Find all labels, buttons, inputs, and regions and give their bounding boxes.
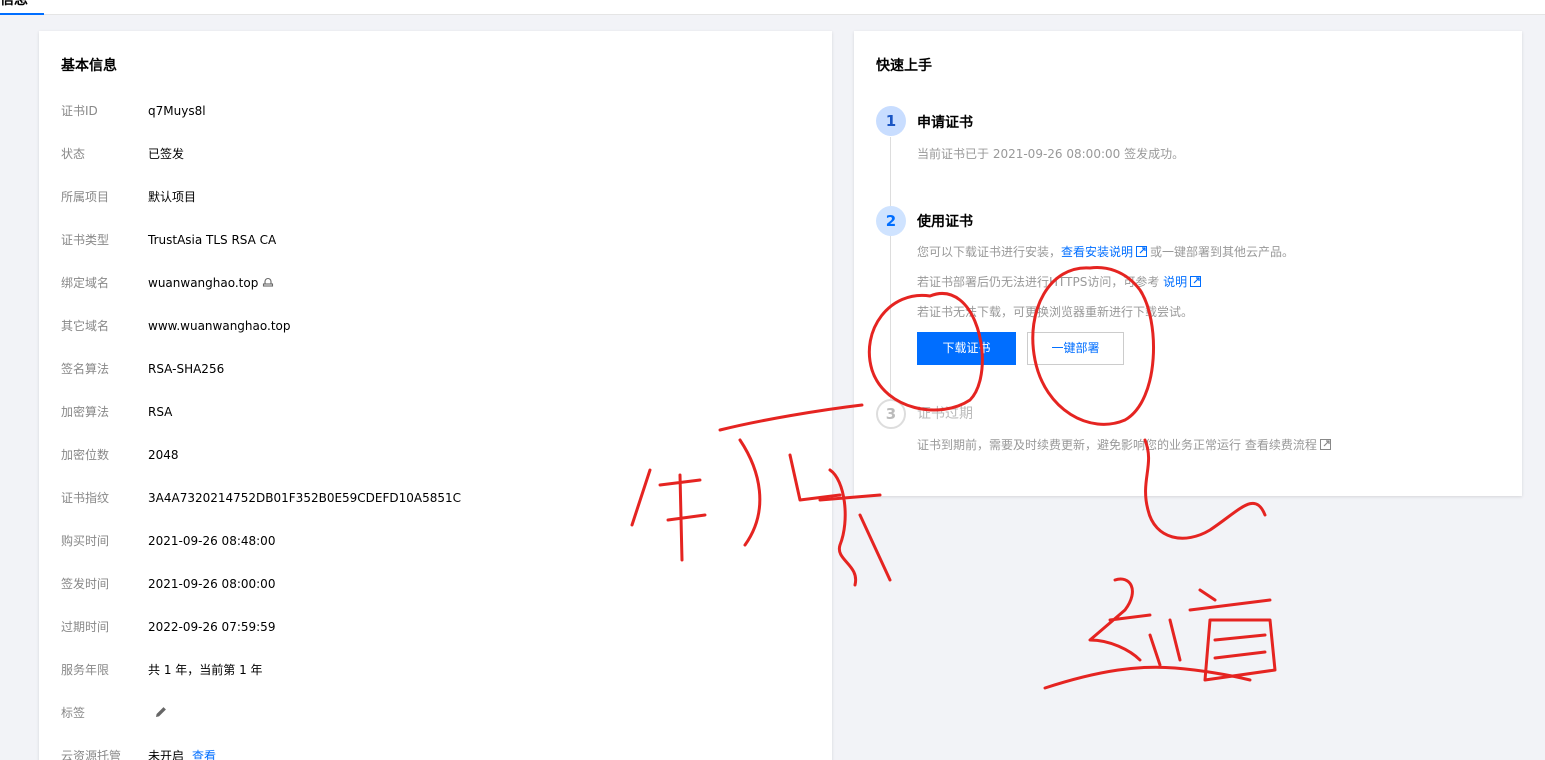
info-label: 服务年限 [61, 663, 110, 677]
info-value: 2048 [148, 448, 179, 462]
tab-active-indicator [0, 13, 44, 15]
info-label: 状态 [61, 147, 86, 161]
info-label: 绑定域名 [61, 276, 110, 290]
external-link-icon[interactable] [1319, 439, 1331, 450]
step-1-number: 1 [876, 106, 906, 136]
desc-text: 若证书部署后仍无法进行HTTPS访问，可参考 [917, 275, 1160, 289]
info-value: TrustAsia TLS RSA CA [148, 233, 277, 247]
info-label: 证书ID [61, 104, 98, 118]
info-label: 签名算法 [61, 362, 110, 376]
step-1-desc: 当前证书已于 2021-09-26 08:00:00 签发成功。 [917, 147, 1185, 161]
info-value: RSA-SHA256 [148, 362, 225, 376]
step-3-title: 证书过期 [917, 406, 973, 422]
info-value: 未开启 查看 [148, 746, 216, 760]
step-3-desc: 证书到期前，需要及时续费更新，避免影响您的业务正常运行 查看续费流程 [917, 436, 1334, 453]
pencil-icon[interactable] [154, 705, 168, 719]
step-2-desc-install: 您可以下载证书进行安装，查看安装说明 或一键部署到其他云产品。 [917, 243, 1294, 260]
step-2-title: 使用证书 [917, 214, 973, 230]
desc-text: 证书到期前，需要及时续费更新，避免影响您的业务正常运行 [917, 438, 1242, 452]
info-value: 默认项目 [148, 190, 197, 204]
quick-start-card: 快速上手 1 申请证书 当前证书已于 2021-09-26 08:00:00 签… [854, 31, 1522, 496]
bound-domain-text: wuanwanghao.top [148, 276, 259, 290]
renew-process-link[interactable]: 查看续费流程 [1245, 438, 1317, 452]
download-cert-button[interactable]: 下载证书 [917, 332, 1016, 365]
info-value [154, 703, 168, 723]
info-value: 2021-09-26 08:48:00 [148, 534, 276, 548]
info-label: 加密算法 [61, 405, 110, 419]
desc-text: 或一键部署到其他云产品。 [1150, 245, 1295, 259]
external-link-icon[interactable] [1136, 246, 1148, 257]
info-label: 过期时间 [61, 620, 110, 634]
info-label: 证书指纹 [61, 491, 110, 505]
info-value: 共 1 年，当前第 1 年 [148, 663, 263, 677]
info-value: 2022-09-26 07:59:59 [148, 620, 276, 634]
cloud-hosting-view-link[interactable]: 查看 [192, 749, 216, 760]
info-value: 2021-09-26 08:00:00 [148, 577, 276, 591]
step-2-number: 2 [876, 206, 906, 236]
step-3-number: 3 [876, 399, 906, 429]
https-help-link[interactable]: 说明 [1163, 275, 1187, 289]
step-2-desc-https: 若证书部署后仍无法进行HTTPS访问，可参考 说明 [917, 273, 1204, 290]
info-label: 其它域名 [61, 319, 110, 333]
info-value: wuanwanghao.top [148, 273, 274, 293]
desc-text: 您可以下载证书进行安装， [917, 245, 1062, 259]
info-label: 标签 [61, 706, 86, 720]
info-label: 购买时间 [61, 534, 110, 548]
info-label: 云资源托管 [61, 749, 122, 760]
top-tab-bar: 信息 [0, 0, 1545, 15]
annotation-char-4 [1088, 577, 1182, 667]
info-label: 加密位数 [61, 448, 110, 462]
step-connector-line [890, 137, 891, 407]
info-label: 所属项目 [61, 190, 110, 204]
external-link-icon[interactable] [1190, 276, 1202, 287]
install-guide-link[interactable]: 查看安装说明 [1061, 245, 1133, 259]
quick-start-title: 快速上手 [876, 58, 932, 74]
info-label: 签发时间 [61, 577, 110, 591]
step-2-desc-download: 若证书无法下载，可更换浏览器重新进行下载尝试。 [917, 305, 1194, 319]
tab-info[interactable]: 信息 [0, 0, 28, 14]
annotation-char-5 [1188, 588, 1277, 682]
basic-info-title: 基本信息 [61, 58, 117, 74]
step-1-title: 申请证书 [917, 115, 973, 131]
annotation-underline [1043, 665, 1252, 690]
bell-icon[interactable] [262, 276, 274, 288]
info-value: 已签发 [148, 147, 185, 161]
basic-info-card: 基本信息 证书ID q7Muys8l 状态 已签发 所属项目 默认项目 证书类型… [39, 31, 832, 760]
info-value: www.wuanwanghao.top [148, 319, 291, 333]
info-label: 证书类型 [61, 233, 110, 247]
cloud-hosting-status: 未开启 [148, 749, 185, 760]
info-value: RSA [148, 405, 173, 419]
one-click-deploy-button[interactable]: 一键部署 [1027, 332, 1124, 365]
info-value: q7Muys8l [148, 104, 206, 118]
info-value: 3A4A7320214752DB01F352B0E59CDEFD10A5851C [148, 491, 462, 505]
